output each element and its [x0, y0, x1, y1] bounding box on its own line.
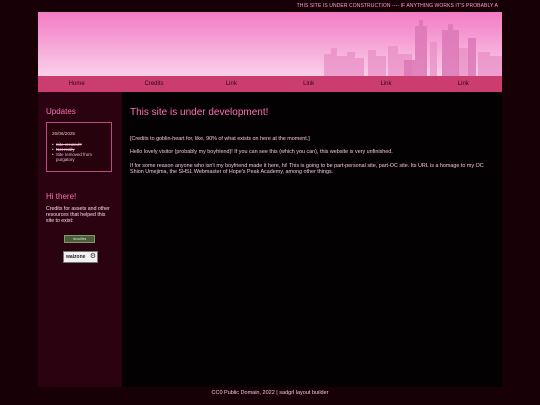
- nav-link-2[interactable]: Link: [270, 76, 347, 92]
- gear-wheel-icon: ⚙: [89, 253, 96, 260]
- update-list: Site created? Not really Site removed fr…: [52, 142, 110, 162]
- nav-link-1[interactable]: Link: [193, 76, 270, 92]
- update-date: 26/06/2025: [52, 131, 75, 136]
- main-content: This site is under development! [Credits…: [122, 92, 502, 387]
- waizone-badge-label: waizone: [66, 254, 86, 260]
- sidebar: Updates 26/06/2025 Site created? Not rea…: [38, 92, 122, 387]
- page-title: This site is under development!: [130, 107, 269, 118]
- nav-bar: Home Credits Link Link Link Link: [38, 76, 502, 92]
- intro-paragraph: Hello lovely visitor (probably my boyfri…: [130, 149, 393, 155]
- credits-note: [Credits to goblin-heart for, like, 90% …: [130, 136, 310, 142]
- construction-marquee: THIS SITE IS UNDER CONSTRUCTION ---- IF …: [296, 3, 498, 9]
- page-container: Home Credits Link Link Link Link Updates…: [38, 12, 502, 387]
- updates-box[interactable]: 26/06/2025 Site created? Not really Site…: [46, 122, 112, 172]
- update-item: Site removed from purgatory: [52, 152, 110, 162]
- nav-link-3[interactable]: Link: [347, 76, 424, 92]
- updates-heading: Updates: [46, 107, 76, 116]
- nav-credits-link[interactable]: Credits: [115, 76, 192, 92]
- neocities-badge[interactable]: neocities: [64, 235, 95, 243]
- credits-text: Credits for assets and other resources t…: [46, 206, 110, 225]
- nav-link-4[interactable]: Link: [425, 76, 502, 92]
- hi-there-heading: Hi there!: [46, 192, 77, 201]
- waizone-badge[interactable]: waizone ⚙: [63, 251, 98, 263]
- about-paragraph: If for some reason anyone who isn't my b…: [130, 163, 484, 176]
- footer-credit: CC0 Public Domain, 2022 | sadgrl layout …: [211, 390, 329, 396]
- nav-home-link[interactable]: Home: [38, 76, 115, 92]
- header-banner: [38, 12, 502, 76]
- city-skyline-image: [324, 20, 502, 76]
